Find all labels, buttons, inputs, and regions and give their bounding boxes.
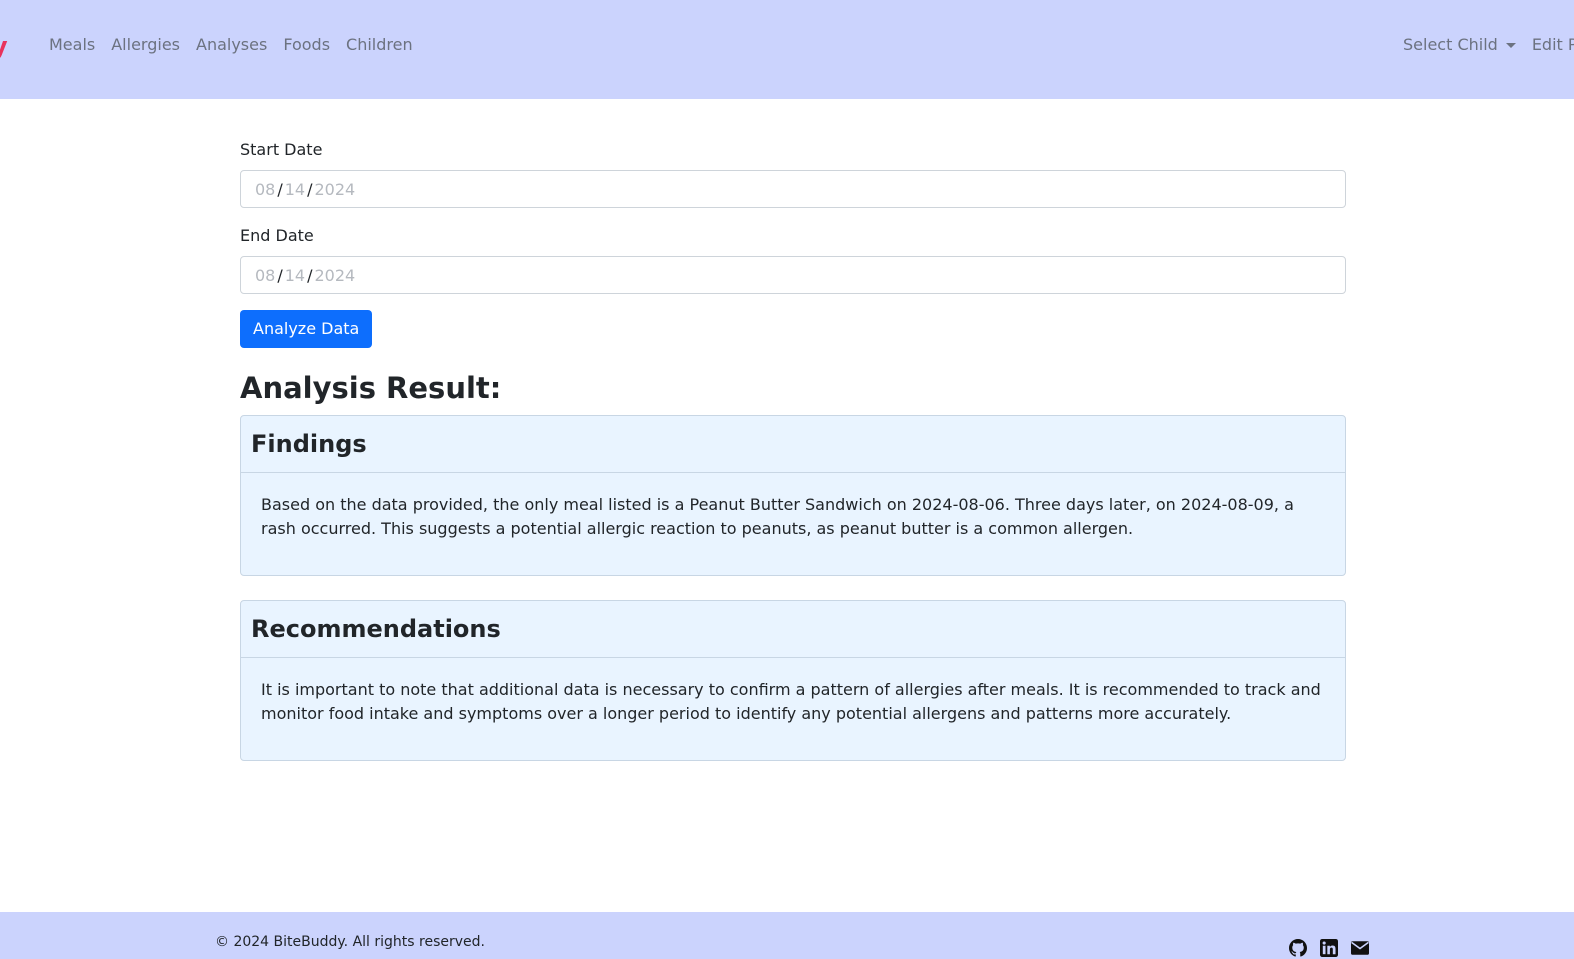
chevron-down-icon — [1505, 42, 1516, 48]
findings-header: Findings — [241, 416, 1345, 473]
envelope-icon[interactable] — [1351, 939, 1369, 957]
start-date-day[interactable]: 14 — [285, 180, 305, 199]
recommendations-card: Recommendations It is important to note … — [240, 600, 1346, 761]
date-separator: / — [277, 179, 283, 199]
nav-link-meals[interactable]: Meals — [49, 34, 95, 56]
nav-link-analyses[interactable]: Analyses — [196, 34, 267, 56]
date-separator: / — [277, 265, 283, 285]
select-child-label: Select Child — [1403, 35, 1498, 54]
end-date-label: End Date — [240, 226, 314, 245]
end-date-day[interactable]: 14 — [285, 266, 305, 285]
nav-links: Meals Allergies Analyses Foods Children — [49, 34, 429, 56]
date-separator: / — [307, 265, 313, 285]
nav-link-children[interactable]: Children — [346, 34, 413, 56]
top-navbar: y Meals Allergies Analyses Foods Childre… — [0, 0, 1574, 99]
github-icon[interactable] — [1289, 939, 1307, 957]
recommendations-header: Recommendations — [241, 601, 1345, 658]
start-date-year[interactable]: 2024 — [315, 180, 356, 199]
edit-profile-link[interactable]: Edit Profile — [1532, 34, 1574, 56]
nav-right: Select Child Edit Profile — [1403, 34, 1574, 56]
analysis-result-title: Analysis Result: — [240, 371, 502, 405]
analysis-page: Start Date 08 / 14 / 2024 End Date 08 / … — [240, 138, 1346, 761]
start-date-month[interactable]: 08 — [255, 180, 275, 199]
nav-link-foods[interactable]: Foods — [283, 34, 330, 56]
footer: © 2024 BiteBuddy. All rights reserved. — [0, 912, 1574, 959]
copyright-text: © 2024 BiteBuddy. All rights reserved. — [215, 934, 485, 950]
recommendations-text: It is important to note that additional … — [261, 680, 1321, 723]
analyze-data-button[interactable]: Analyze Data — [240, 310, 373, 348]
end-date-year[interactable]: 2024 — [315, 266, 356, 285]
select-child-dropdown[interactable]: Select Child — [1403, 34, 1516, 56]
end-date-month[interactable]: 08 — [255, 266, 275, 285]
date-separator: / — [307, 179, 313, 199]
start-date-input[interactable]: 08 / 14 / 2024 — [240, 170, 1346, 208]
brand-logo[interactable]: y — [0, 32, 8, 60]
findings-text: Based on the data provided, the only mea… — [261, 495, 1294, 538]
linkedin-icon[interactable] — [1320, 939, 1338, 957]
start-date-label: Start Date — [240, 140, 323, 159]
findings-card: Findings Based on the data provided, the… — [240, 415, 1346, 576]
nav-link-allergies[interactable]: Allergies — [111, 34, 180, 56]
social-links — [1289, 939, 1369, 957]
end-date-input[interactable]: 08 / 14 / 2024 — [240, 256, 1346, 294]
